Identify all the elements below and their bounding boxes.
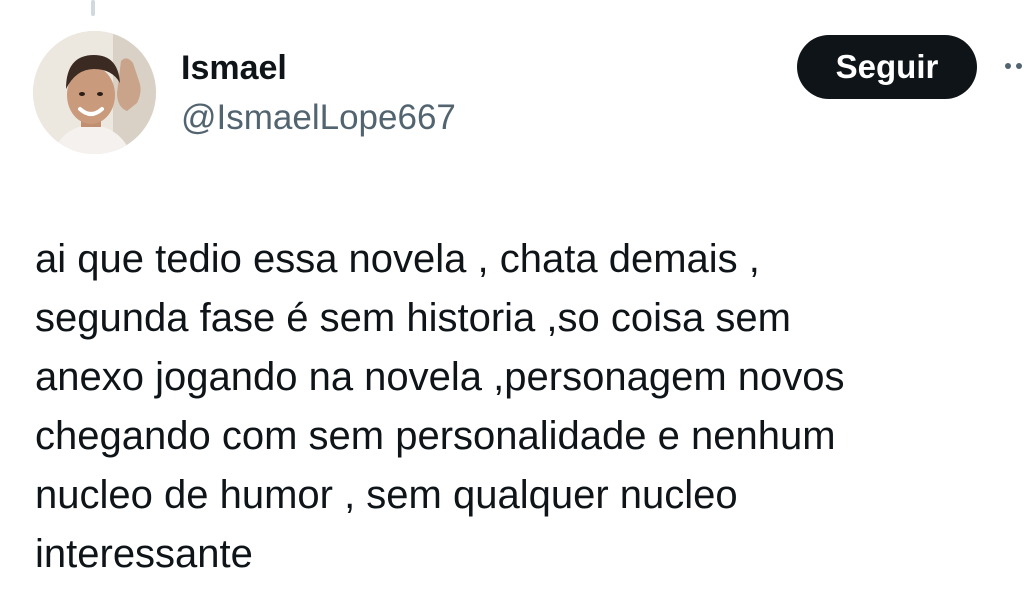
user-photo-avatar-icon [33,31,156,154]
user-handle[interactable]: @IsmaelLope667 [181,96,456,140]
tweet-text: ai que tedio essa novela , chata demais … [35,237,845,576]
thread-connector-line [91,0,95,16]
follow-button[interactable]: Seguir [797,35,977,99]
more-options-icon[interactable] [1004,58,1024,74]
avatar[interactable] [33,31,156,154]
user-display-name[interactable]: Ismael [181,47,287,89]
